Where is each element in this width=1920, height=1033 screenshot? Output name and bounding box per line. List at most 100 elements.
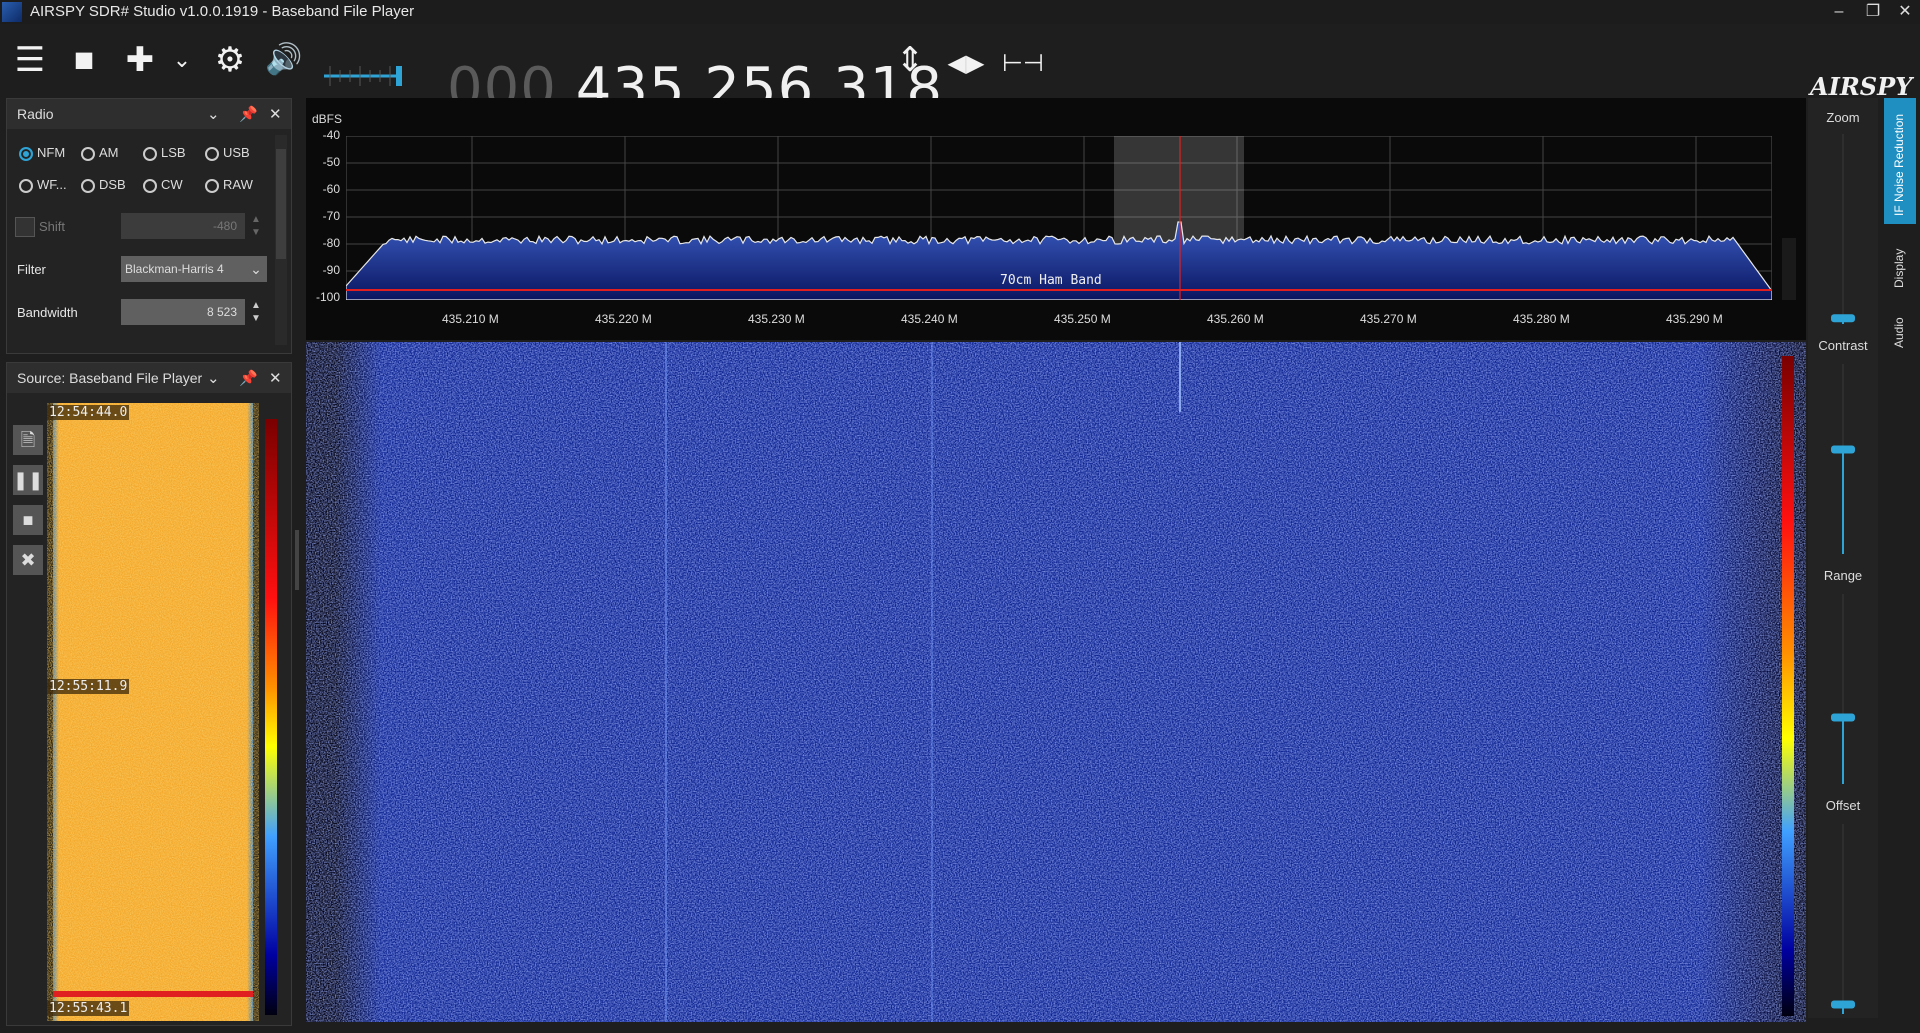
x-tick: 435.260 M [1207, 312, 1264, 326]
radio-dot [81, 179, 95, 193]
title-bar: AIRSPY SDR# Studio v1.0.0.1919 - Baseban… [0, 0, 1920, 24]
chevron-down-icon[interactable]: ⌄ [170, 40, 194, 80]
x-tick: 435.250 M [1054, 312, 1111, 326]
open-file-icon[interactable]: 🗎 [13, 425, 43, 455]
tab-label: Display [1892, 248, 1906, 288]
zoom-slider-thumb[interactable] [1831, 314, 1855, 323]
source-panel-header: Source: Baseband File Player ⌄ 📌 ✕ [7, 363, 291, 393]
mode-radio-dsb[interactable]: DSB [81, 177, 126, 193]
airspy-logo: AIRSPY [1810, 72, 1913, 101]
waterfall-display[interactable] [306, 342, 1806, 1022]
chevron-down-icon[interactable]: ⌄ [245, 256, 267, 282]
spectrum-level-bar [1782, 238, 1796, 300]
tab-audio[interactable]: Audio [1884, 298, 1916, 354]
volume-slider[interactable] [322, 64, 404, 88]
mode-radio-wfm[interactable]: WF... [19, 177, 67, 193]
radio-dot [81, 147, 95, 161]
tab-label: Audio [1892, 317, 1906, 348]
file-waterfall-canvas [53, 403, 253, 1021]
waterfall-color-scale [1782, 356, 1794, 1016]
radio-panel-scrollbar[interactable] [275, 135, 287, 345]
bandwidth-input[interactable]: 8 523 [121, 299, 245, 325]
bandwidth-stepper[interactable]: ▲ ▼ [251, 299, 261, 325]
gear-icon[interactable]: ⚙ [208, 40, 252, 80]
tools-icon[interactable]: ✖ [13, 545, 43, 575]
radio-dot [205, 179, 219, 193]
span-icon[interactable]: ⊢⊣ [1002, 44, 1044, 84]
volume-slider-track [324, 66, 402, 86]
stop-icon[interactable]: ■ [64, 40, 104, 80]
filter-label: Filter [17, 262, 46, 277]
close-window-button[interactable]: ✕ [1890, 0, 1920, 24]
mode-radio-cw[interactable]: CW [143, 177, 183, 193]
bandwidth-label: Bandwidth [17, 305, 78, 320]
radio-dot [143, 179, 157, 193]
radio-dot [143, 147, 157, 161]
timestamp-label: 12:55:11.9 [47, 679, 130, 694]
minimize-button[interactable]: – [1824, 0, 1854, 24]
vertical-sliders [1831, 134, 1855, 1014]
left-right-arrows-icon[interactable]: ◀▶ [942, 44, 990, 84]
tab-label: IF Noise Reduction [1892, 113, 1906, 216]
mode-radio-am[interactable]: AM [81, 145, 119, 161]
source-panel-title: Source: Baseband File Player [17, 370, 203, 386]
up-down-arrows-icon[interactable]: ⇕ [892, 40, 928, 80]
y-tick: -90 [322, 263, 340, 277]
color-scale-bar [265, 419, 277, 1015]
close-icon[interactable]: ✕ [269, 369, 282, 387]
spectrum-analyzer[interactable]: dBFS -40 -50 -60 -70 -80 -90 -100 70cm H… [306, 98, 1806, 340]
chevron-down-icon[interactable]: ⌄ [207, 369, 220, 387]
shift-stepper[interactable]: ▲ ▼ [251, 213, 261, 239]
radio-dot [19, 179, 33, 193]
close-icon[interactable]: ✕ [269, 105, 282, 123]
maximize-button[interactable]: ❐ [1858, 0, 1888, 24]
display-controls-panel: Zoom Contrast Range Offset [1808, 98, 1878, 1018]
side-tabs: IF Noise Reduction Display Audio [1884, 98, 1916, 1018]
stop-icon[interactable]: ■ [13, 505, 43, 535]
filter-select[interactable]: Blackman-Harris 4 [121, 256, 245, 282]
scrollbar-thumb[interactable] [276, 149, 286, 259]
mode-label: USB [223, 145, 250, 160]
mode-radio-usb[interactable]: USB [205, 145, 250, 161]
contrast-slider-thumb[interactable] [1831, 445, 1855, 454]
x-axis: 435.210 M 435.220 M 435.230 M 435.240 M … [306, 312, 1772, 332]
y-tick: -60 [322, 182, 340, 196]
shift-checkbox[interactable] [15, 217, 35, 237]
timestamp-label: 12:55:43.1 [47, 1001, 130, 1016]
mode-label: AM [99, 145, 119, 160]
timestamp-label: 12:54:44.0 [47, 405, 130, 420]
mode-radio-nfm[interactable]: NFM [19, 145, 65, 161]
source-panel: Source: Baseband File Player ⌄ 📌 ✕ 🗎 ❚❚ … [6, 362, 292, 1026]
toolbar: ☰ ■ ✚ ⌄ ⚙ 🔊 000.435.256.318 ⇕ ◀▶ ⊢⊣ AIRS… [0, 24, 1920, 121]
range-slider-thumb[interactable] [1831, 713, 1855, 722]
x-tick: 435.240 M [901, 312, 958, 326]
x-tick: 435.210 M [442, 312, 499, 326]
mode-radio-raw[interactable]: RAW [205, 177, 253, 193]
x-tick: 435.230 M [748, 312, 805, 326]
chevron-down-icon[interactable]: ⌄ [207, 105, 220, 123]
app-icon [2, 2, 22, 22]
pin-icon[interactable]: 📌 [239, 369, 258, 387]
zoom-label: Zoom [1826, 110, 1860, 125]
add-icon[interactable]: ✚ [120, 40, 160, 80]
tab-display[interactable]: Display [1884, 230, 1916, 292]
menu-icon[interactable]: ☰ [10, 40, 50, 80]
file-waterfall[interactable]: 12:54:44.0 12:55:11.9 12:55:43.1 [47, 403, 259, 1021]
y-tick: -80 [322, 236, 340, 250]
radio-dot [19, 147, 33, 161]
mode-label: NFM [37, 145, 66, 160]
volume-icon[interactable]: 🔊 [262, 40, 306, 80]
tab-if-noise-reduction[interactable]: IF Noise Reduction [1884, 98, 1916, 224]
mode-radio-lsb[interactable]: LSB [143, 145, 186, 161]
mode-label: DSB [99, 177, 126, 192]
offset-slider-thumb[interactable] [1831, 1000, 1855, 1009]
shift-value-input[interactable]: -480 [121, 213, 245, 239]
mode-label: LSB [161, 145, 186, 160]
dbfs-label: dBFS [312, 112, 343, 126]
panel-splitter[interactable] [295, 530, 299, 590]
y-tick: -40 [322, 128, 340, 142]
pin-icon[interactable]: 📌 [239, 105, 258, 123]
shift-label: Shift [39, 219, 66, 234]
x-tick: 435.270 M [1360, 312, 1417, 326]
pause-icon[interactable]: ❚❚ [13, 465, 43, 495]
